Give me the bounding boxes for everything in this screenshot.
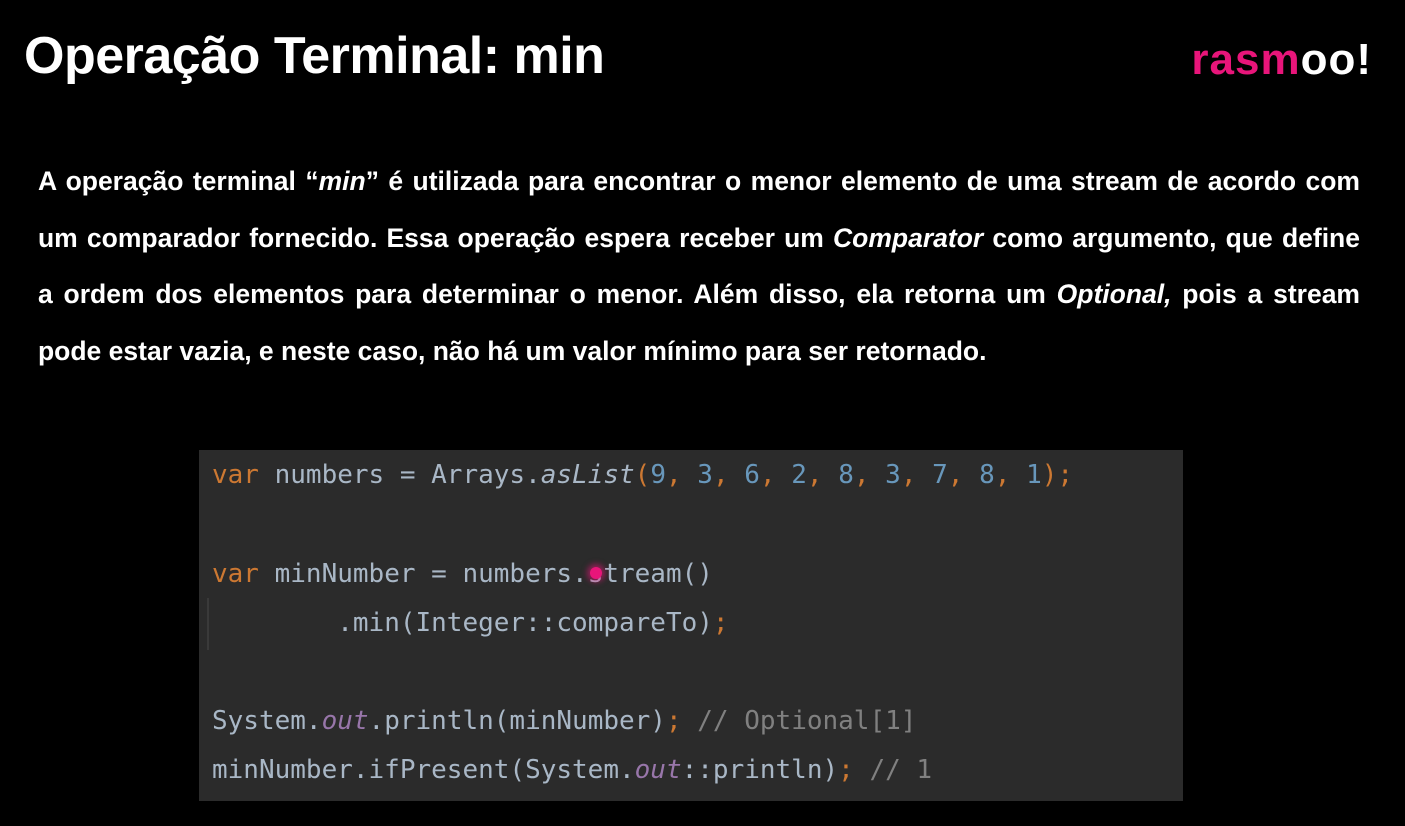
code-comma: , [712,460,745,490]
code-comma: , [853,460,886,490]
code-semicolon: ; [1057,460,1074,490]
code-number: 6 [744,460,760,490]
paragraph-emphasis-comparator: Comparator [833,222,984,253]
code-number: 3 [697,460,713,490]
rasmoo-logo: rasmoo! [1191,38,1372,82]
code-method: asList [540,460,635,490]
code-keyword: var [212,559,259,589]
code-comma: , [806,460,839,490]
code-line-2: var minNumber = numbers.stream() [212,559,713,589]
code-text: numbers = Arrays. [258,460,541,490]
code-static-field: out [321,706,369,736]
code-line-3: .min(Integer::compareTo); [212,608,729,638]
code-comma: , [665,460,698,490]
code-text: minNumber = numbers.stream() [258,559,713,589]
code-comment: // Optional[1] [681,706,917,736]
code-number: 3 [885,460,901,490]
paragraph-emphasis-min: min [318,166,366,196]
code-semicolon: ; [712,608,729,638]
indent-guide [207,598,209,650]
code-text: ::println) [681,755,839,785]
code-line-5: minNumber.ifPresent(System.out::println)… [212,755,932,785]
code-keyword: var [212,460,259,490]
code-comma: , [759,460,792,490]
code-comma: , [994,460,1027,490]
code-number: 1 [1026,460,1042,490]
pointer-highlight [590,567,602,579]
logo-white-text: oo! [1300,35,1372,84]
code-paren: ( [634,460,651,490]
paragraph-text-1: A operação terminal “ [38,166,319,196]
code-panel: var numbers = Arrays.asList(9, 3, 6, 2, … [199,450,1183,801]
code-number: 7 [932,460,948,490]
paragraph-emphasis-optional: Optional, [1056,279,1172,309]
code-block: var numbers = Arrays.asList(9, 3, 6, 2, … [212,450,1073,801]
code-number: 9 [650,460,666,490]
code-paren: ) [1041,460,1058,490]
code-number: 2 [791,460,807,490]
description-paragraph: A operação terminal “min” é utilizada pa… [38,153,1360,379]
code-semicolon: ; [665,706,682,736]
code-comma: , [900,460,933,490]
slide: Operação Terminal: min rasmoo! A operaçã… [0,0,1405,826]
logo-pink-text: rasm [1191,35,1301,84]
code-line-1: var numbers = Arrays.asList(9, 3, 6, 2, … [212,460,1073,490]
code-line-4: System.out.println(minNumber); // Option… [212,706,916,736]
code-static-field: out [634,755,682,785]
code-comment: // 1 [853,755,933,785]
code-number: 8 [838,460,854,490]
code-text: .min(Integer::compareTo) [337,608,713,638]
code-comma: , [947,460,980,490]
code-text: System. [212,706,322,736]
code-number: 8 [979,460,995,490]
code-text: minNumber.ifPresent(System. [212,755,635,785]
code-semicolon: ; [838,755,854,785]
code-text: .println(minNumber) [368,706,666,736]
slide-title: Operação Terminal: min [24,27,605,85]
